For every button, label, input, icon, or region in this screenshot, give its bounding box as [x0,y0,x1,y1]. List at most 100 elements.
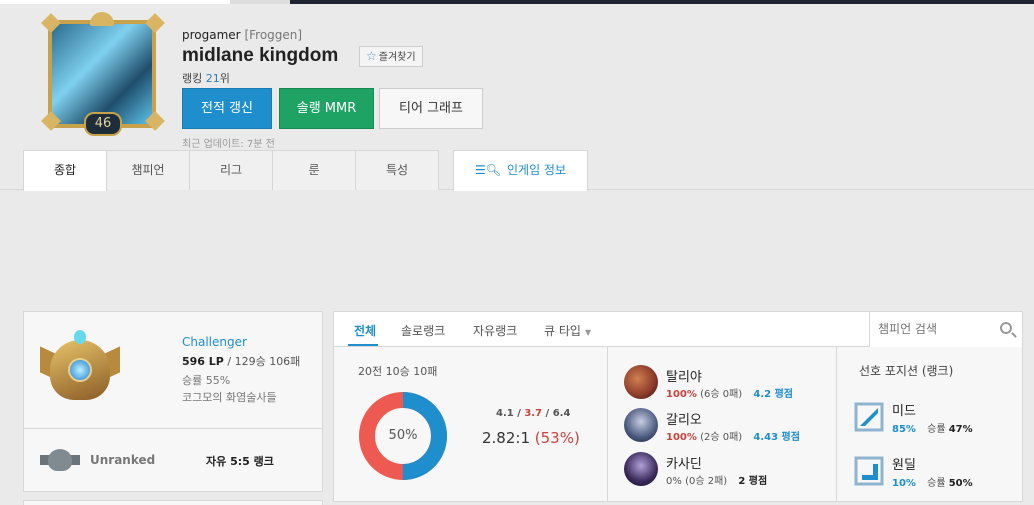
tab-masteries[interactable]: 특성 [355,150,439,190]
position-row: 미드 85% 승률 47% [854,400,1014,436]
avg-kills: 4.1 [496,408,514,419]
queue-type-dropdown[interactable]: 큐 타입 ▼ [544,322,591,339]
active-tab-underline [348,344,378,346]
champion-stat: 100% (2승 0패) 4.43 평점 [666,428,800,443]
champion-name: 카사딘 [666,457,702,472]
ranking-prefix: 랭킹 [182,72,203,85]
queue-tab-solo[interactable]: 솔로랭크 [401,322,445,339]
champion-stat: 100% (6승 0패) 4.2 평점 [666,385,793,400]
renew-button[interactable]: 전적 갱신 [182,88,272,129]
column-divider [607,347,608,502]
avg-assists: 6.4 [552,408,571,419]
level-badge: 46 [84,112,122,136]
solo-lp-record: 596 LP / 129승 106패 [182,353,300,369]
champion-row[interactable]: 카사딘 0% (0승 2패) 2 평점 [624,452,834,488]
queue-type-label: 큐 타입 [544,324,581,338]
champion-winrate: 100% [666,389,697,400]
champion-row[interactable]: 갈리오 100% (2승 0패) 4.43 평점 [624,408,834,444]
solo-lp: 596 LP [182,355,224,368]
emblem-top-gem [74,330,86,344]
kassadin-champion-icon [624,452,658,486]
bot-icon-frame [854,456,884,486]
position-name: 미드 [892,404,916,419]
champion-kda: 4.43 평점 [753,432,800,443]
position-winrate: 47% [948,424,973,435]
emblem-shield [48,449,72,471]
kda-ratio-value: 2.82:1 [482,429,530,447]
previous-name: progamer [Froggen] [182,28,302,42]
ranking-value: 21 [205,72,220,85]
recent-games-stats: 전체 솔로랭크 자유랭크 큐 타입▼ 20전 10승 10패 50% 4.1 /… [333,311,1023,502]
champion-stat: 0% (0승 2패) 2 평점 [666,472,767,487]
solo-tier-name[interactable]: Challenger [182,335,247,349]
ranking-suffix: 위 [219,72,230,85]
solo-rank-box: Challenger 596 LP / 129승 106패 승률 55% 코그모… [23,311,323,429]
solo-winrate: 승률 55% [182,374,231,387]
previous-name-label: progamer [182,28,241,42]
tab-ingame-label: 인게임 정보 [506,163,566,177]
tab-league[interactable]: 리그 [189,150,273,190]
queue-filter-bar: 전체 솔로랭크 자유랭크 큐 타입 ▼ [334,312,1022,347]
position-share: 85% [892,424,916,435]
previous-name-value: [Froggen] [244,28,303,42]
champion-kda: 2 평점 [738,476,768,487]
kda-breakdown: 4.1 / 3.7 / 6.4 [496,408,571,419]
games-summary: 20전 10승 10패 [358,365,438,378]
queue-tab-flex[interactable]: 자유랭크 [473,322,517,339]
champion-record: (6승 0패) [700,389,743,400]
profile-icon-frame: 46 [41,12,165,136]
search-icon[interactable] [1000,322,1012,334]
preferred-position-title: 선호 포지션 (랭크) [859,364,954,378]
star-icon: ☆ [366,49,377,63]
challenger-emblem-icon [40,330,120,412]
summoner-name: midlane kingdom [182,45,339,66]
champion-search-input[interactable] [878,320,988,338]
tier-graph-button[interactable]: 티어 그래프 [379,88,483,129]
champion-winrate: 0% [666,476,682,487]
solo-league-name: 코그모의 화염술사들 [182,391,277,404]
taliyah-champion-icon [624,365,658,399]
favorite-button[interactable]: ☆ 즐겨찾기 [359,46,423,67]
frame-crest-ornament [90,12,114,26]
position-stat: 10% 승률 50% [892,474,973,489]
position-row: 원딜 10% 승률 50% [854,454,1014,490]
queue-tab-all[interactable]: 전체 [354,322,376,339]
solo-mmr-button[interactable]: 솔랭 MMR [279,88,374,129]
position-name: 원딜 [892,458,916,473]
winrate-donut-label: 50% [388,428,418,443]
solo-record: / 129승 106패 [227,355,301,368]
emblem-center-gem [68,358,92,382]
ladder-ranking[interactable]: 랭킹 21위 [182,70,230,86]
galio-champion-icon [624,408,658,442]
champion-winrate: 100% [666,432,697,443]
winrate-donut-chart: 50% [357,390,449,482]
flex-tier-name: Unranked [90,453,156,467]
bot-lane-icon [854,456,884,486]
tab-champions[interactable]: 챔피언 [106,150,190,190]
champion-record: (0승 2패) [685,476,728,487]
list-search-icon: ☰🔍︎ [474,163,501,177]
caret-down-icon: ▼ [584,328,592,337]
flex-queue-label: 자유 5:5 랭크 [206,455,274,468]
next-panel-edge [23,500,323,505]
bot-icon-lane [862,464,878,480]
tab-runes[interactable]: 룬 [272,150,356,190]
tab-ingame-info[interactable]: ☰🔍︎ 인게임 정보 [453,150,588,191]
kda-ratio: 2.82:1 (53%) [482,429,580,447]
tab-overview[interactable]: 종합 [23,150,107,191]
flex-rank-box: Unranked 자유 5:5 랭크 [23,429,323,492]
column-divider [836,347,837,502]
champion-name: 갈리오 [666,413,702,428]
champion-name: 탈리야 [666,370,702,385]
position-share: 10% [892,478,916,489]
position-stat: 85% 승률 47% [892,420,973,435]
champion-kda: 4.2 평점 [753,389,793,400]
champion-record: (2승 0패) [700,432,743,443]
champion-row[interactable]: 탈리야 100% (6승 0패) 4.2 평점 [624,365,834,401]
avg-deaths: 3.7 [524,408,543,419]
champion-search [869,312,1022,347]
unranked-emblem-icon [40,447,80,473]
position-winrate-label: 승률 [927,478,946,489]
favorite-label: 즐겨찾기 [378,52,416,63]
position-winrate: 50% [948,478,973,489]
